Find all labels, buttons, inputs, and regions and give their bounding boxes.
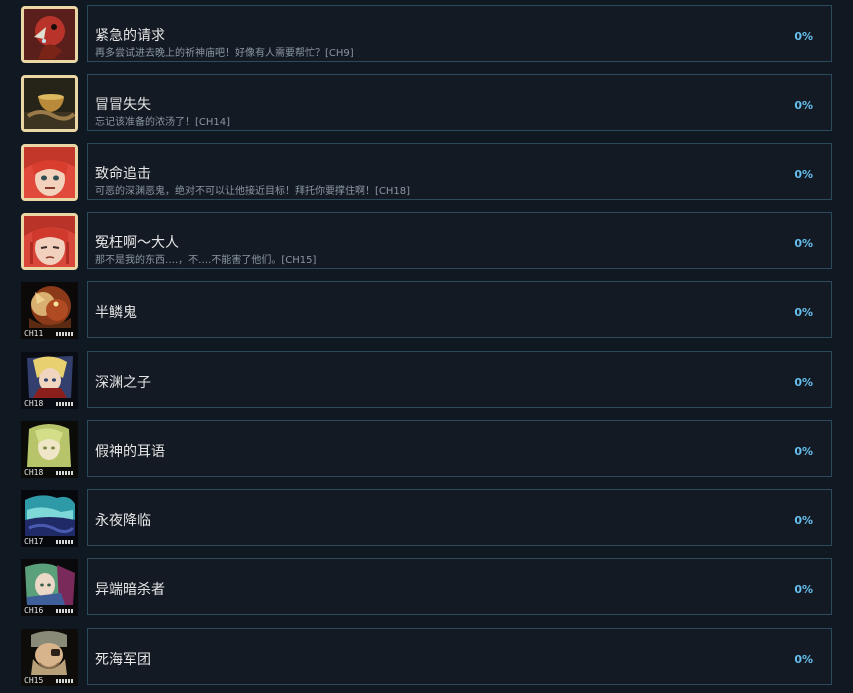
achievement-title: 永夜降临 — [95, 513, 151, 529]
achievement-title: 深渊之子 — [95, 375, 151, 391]
barcode-icon — [56, 540, 74, 544]
barcode-icon — [56, 609, 74, 613]
green-hair-assassin-portrait-icon: CH16 — [21, 559, 78, 616]
achievement-row[interactable]: CH16 异端暗杀者 0% — [0, 558, 853, 616]
achievement-card: 冒冒失失 忘记该准备的浓汤了！[CH14] 0% — [87, 74, 832, 131]
green-hair-figure-portrait-icon: CH18 — [21, 421, 78, 478]
achievement-description: 再多尝试进去晚上的祈神庙吧！好像有人需要帮忙？[CH9] — [95, 48, 354, 59]
night-sky-icon: CH17 — [21, 490, 78, 547]
bearded-soldier-portrait-icon: CH15 — [21, 629, 78, 686]
achievement-row[interactable]: 冒冒失失 忘记该准备的浓汤了！[CH14] 0% — [0, 74, 853, 132]
soup-bowl-icon — [21, 75, 78, 132]
achievement-card: 深渊之子 0% — [87, 351, 832, 408]
achievement-title: 异端暗杀者 — [95, 582, 165, 598]
achievement-description: 可恶的深渊恶鬼，绝对不可以让他接近目标！拜托你要撑住啊！[CH18] — [95, 186, 411, 197]
unlock-percent: 0% — [794, 445, 813, 458]
achievement-row[interactable]: CH11 半鳞鬼 0% — [0, 281, 853, 339]
achievement-card: 假神的耳语 0% — [87, 420, 832, 477]
achievement-title: 冒冒失失 — [95, 97, 151, 113]
chapter-tag: CH18 — [24, 468, 44, 477]
achievement-card: 紧急的请求 再多尝试进去晚上的祈神庙吧！好像有人需要帮忙？[CH9] 0% — [87, 5, 832, 62]
unlock-percent: 0% — [794, 653, 813, 666]
chapter-tag: CH16 — [24, 606, 44, 615]
achievement-row[interactable]: CH17 永夜降临 0% — [0, 489, 853, 547]
achievement-title: 致命追击 — [95, 166, 151, 182]
achievement-card: 冤枉啊～大人 那不是我的东西….，不….不能害了他们。[CH15] 0% — [87, 212, 832, 269]
unlock-percent: 0% — [794, 583, 813, 596]
unlock-percent: 0% — [794, 99, 813, 112]
unlock-percent: 0% — [794, 168, 813, 181]
unlock-percent: 0% — [794, 30, 813, 43]
achievement-title: 紧急的请求 — [95, 28, 165, 44]
barcode-icon — [56, 471, 74, 475]
achievement-title: 半鳞鬼 — [95, 305, 137, 321]
barcode-icon — [56, 332, 74, 336]
achievement-row[interactable]: CH15 死海军团 0% — [0, 628, 853, 686]
unlock-percent: 0% — [794, 376, 813, 389]
chapter-tag: CH18 — [24, 399, 44, 408]
chapter-tag: CH17 — [24, 537, 44, 546]
unlock-percent: 0% — [794, 514, 813, 527]
achievement-card: 永夜降临 0% — [87, 489, 832, 546]
achievement-description: 忘记该准备的浓汤了！[CH14] — [95, 117, 231, 128]
achievement-card: 半鳞鬼 0% — [87, 281, 832, 338]
blond-boy-portrait-icon: CH18 — [21, 352, 78, 409]
unlock-percent: 0% — [794, 306, 813, 319]
red-hair-girl-angry-icon — [21, 144, 78, 201]
scaled-demon-portrait-icon: CH11 — [21, 282, 78, 339]
barcode-icon — [56, 402, 74, 406]
achievement-row[interactable]: CH18 深渊之子 0% — [0, 351, 853, 409]
chapter-tag: CH11 — [24, 329, 44, 338]
achievement-card: 异端暗杀者 0% — [87, 558, 832, 615]
achievement-row[interactable]: 致命追击 可恶的深渊恶鬼，绝对不可以让他接近目标！拜托你要撑住啊！[CH18] … — [0, 143, 853, 201]
achievement-title: 冤枉啊～大人 — [95, 235, 179, 251]
red-hair-girl-sad-icon — [21, 213, 78, 270]
achievement-title: 假神的耳语 — [95, 444, 165, 460]
achievement-card: 致命追击 可恶的深渊恶鬼，绝对不可以让他接近目标！拜托你要撑住啊！[CH18] … — [87, 143, 832, 200]
red-bird-portrait-icon — [21, 6, 78, 63]
achievement-row[interactable]: 紧急的请求 再多尝试进去晚上的祈神庙吧！好像有人需要帮忙？[CH9] 0% — [0, 5, 853, 63]
achievement-description: 那不是我的东西….，不….不能害了他们。[CH15] — [95, 255, 317, 266]
achievement-row[interactable]: CH18 假神的耳语 0% — [0, 420, 853, 478]
barcode-icon — [56, 679, 74, 683]
unlock-percent: 0% — [794, 237, 813, 250]
achievement-title: 死海军团 — [95, 652, 151, 668]
chapter-tag: CH15 — [24, 676, 44, 685]
achievement-row[interactable]: 冤枉啊～大人 那不是我的东西….，不….不能害了他们。[CH15] 0% — [0, 212, 853, 270]
achievement-card: 死海军团 0% — [87, 628, 832, 685]
achievement-list: 紧急的请求 再多尝试进去晚上的祈神庙吧！好像有人需要帮忙？[CH9] 0% 冒冒… — [0, 0, 853, 693]
